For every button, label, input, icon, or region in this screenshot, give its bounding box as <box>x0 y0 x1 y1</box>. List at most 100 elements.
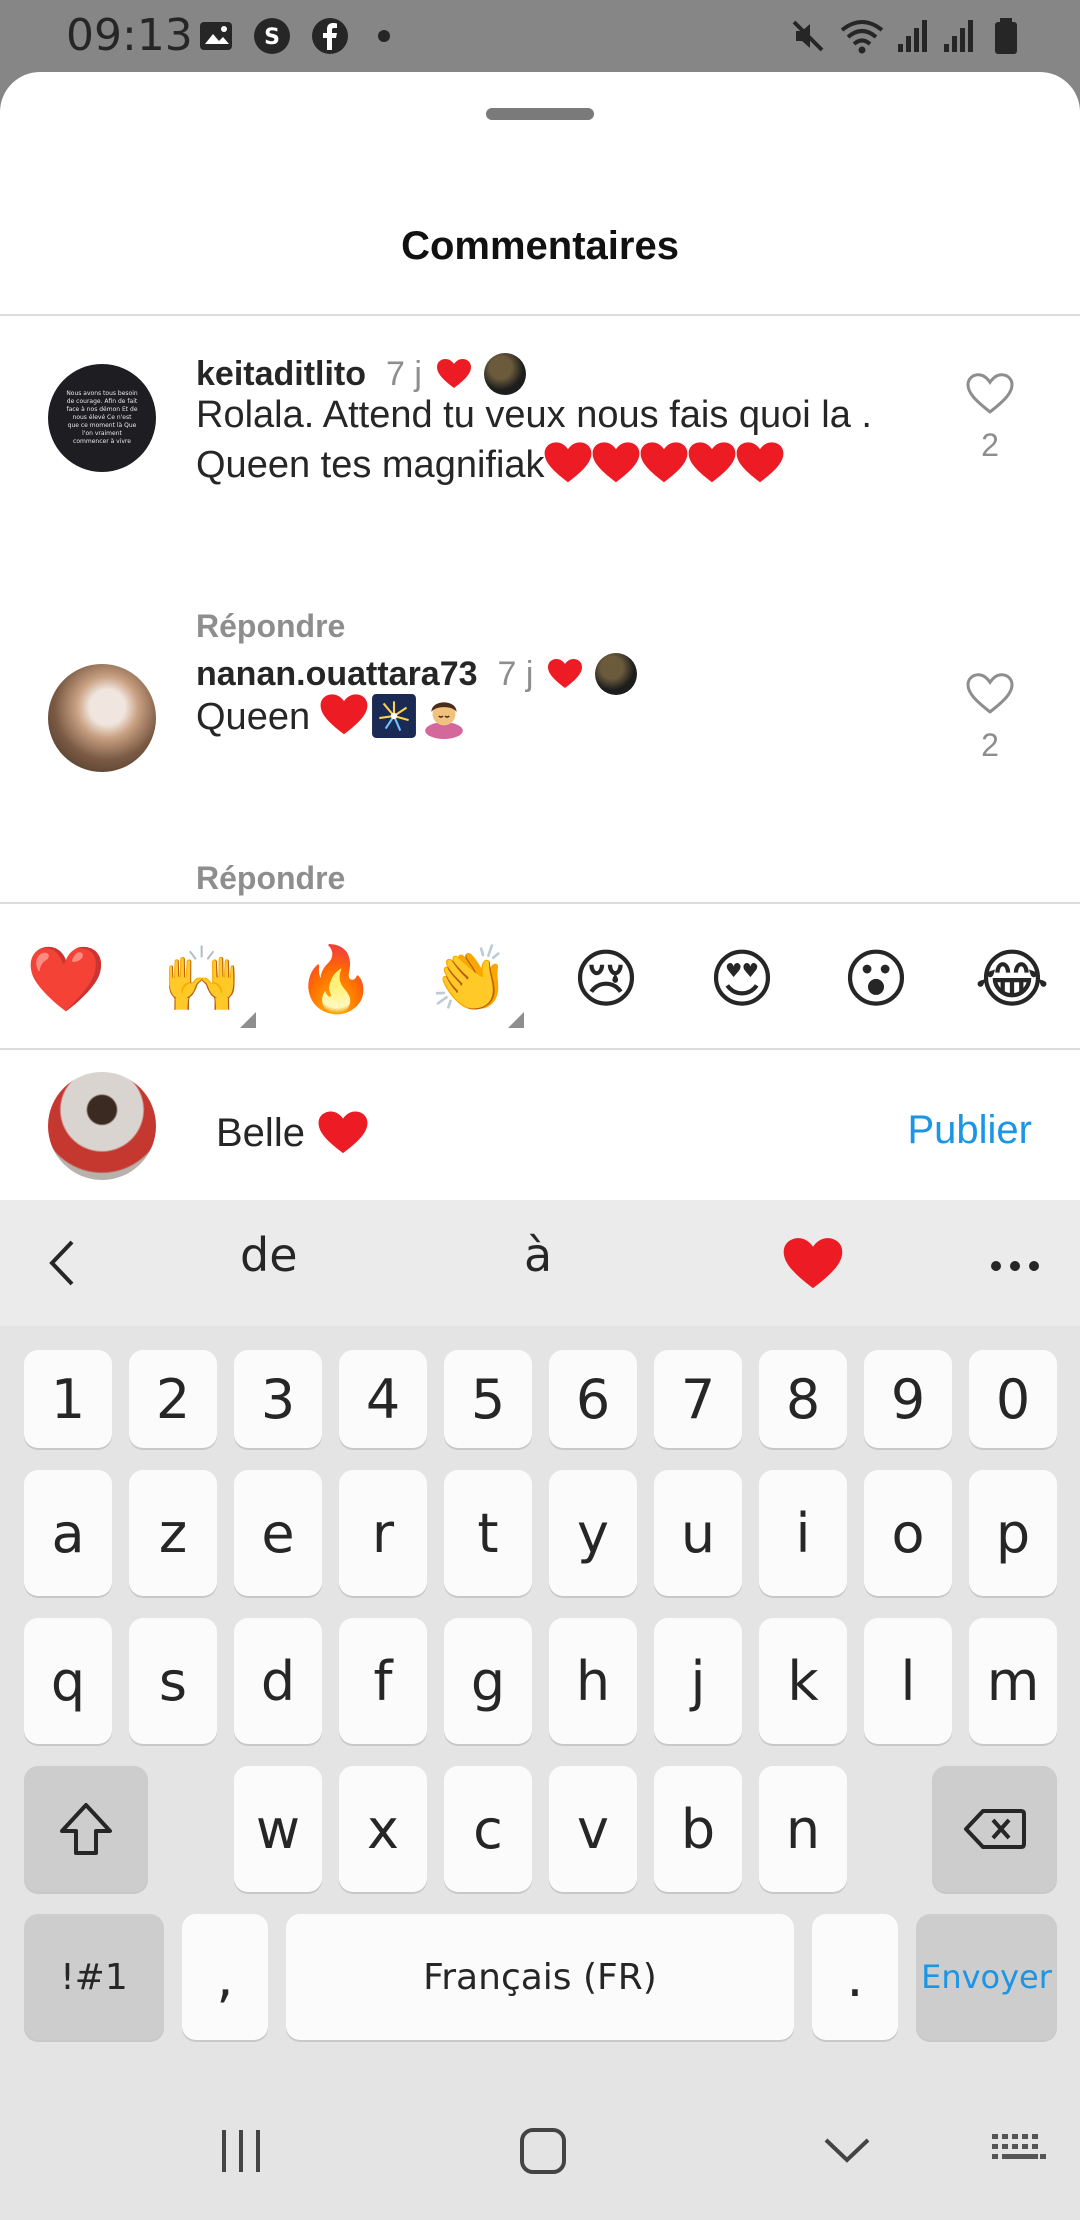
chevron-left-icon[interactable] <box>44 1238 80 1288</box>
reply-button[interactable]: Répondre <box>196 608 345 645</box>
key-a[interactable]: a <box>24 1470 112 1596</box>
suggestion[interactable]: de <box>240 1228 298 1282</box>
key-y[interactable]: y <box>549 1470 637 1596</box>
facebook-icon <box>312 18 348 54</box>
shift-key[interactable] <box>24 1766 148 1892</box>
period-key[interactable]: . <box>812 1914 898 2040</box>
key-s[interactable]: s <box>129 1618 217 1744</box>
suggestion-bar: de à <box>0 1200 1080 1326</box>
comma-key[interactable]: , <box>182 1914 268 2040</box>
drag-handle[interactable] <box>486 108 594 120</box>
divider <box>0 902 1080 904</box>
key-0[interactable]: 0 <box>969 1350 1057 1448</box>
publish-button[interactable]: Publier <box>907 1108 1032 1153</box>
avatar-caption: Nous avons tous besoin de courage. Afin … <box>66 390 138 445</box>
reply-button[interactable]: Répondre <box>196 860 345 897</box>
skin-tone-indicator <box>240 1012 256 1028</box>
emoji-button[interactable]: ❤️ <box>24 938 108 1022</box>
more-icon[interactable] <box>990 1260 1040 1272</box>
key-8[interactable]: 8 <box>759 1350 847 1448</box>
like-button[interactable]: 2 <box>962 672 1018 764</box>
comment-text: Queen <box>196 692 936 742</box>
heart-outline-icon[interactable] <box>965 372 1015 416</box>
s-app-icon: S <box>254 18 290 54</box>
key-7[interactable]: 7 <box>654 1350 742 1448</box>
status-bar: 09:13 S <box>0 0 1080 72</box>
key-n[interactable]: n <box>759 1766 847 1892</box>
comment-composer: Belle Publier <box>0 1050 1080 1200</box>
creator-avatar <box>595 653 638 695</box>
key-5[interactable]: 5 <box>444 1350 532 1448</box>
gallery-icon <box>200 22 232 50</box>
recents-icon[interactable] <box>216 2126 266 2176</box>
heart-icon <box>640 442 687 483</box>
key-i[interactable]: i <box>759 1470 847 1596</box>
key-p[interactable]: p <box>969 1470 1057 1596</box>
symbols-key[interactable]: !#1 <box>24 1914 164 2040</box>
suggestion[interactable]: à <box>524 1228 552 1282</box>
status-time: 09:13 <box>66 10 193 61</box>
comment-text: Rolala. Attend tu veux nous fais quoi la… <box>196 394 872 486</box>
key-o[interactable]: o <box>864 1470 952 1596</box>
home-icon[interactable] <box>518 2126 568 2176</box>
key-9[interactable]: 9 <box>864 1350 952 1448</box>
person-bowing-icon <box>424 702 463 739</box>
heart-outline-icon[interactable] <box>965 672 1015 716</box>
key-u[interactable]: u <box>654 1470 742 1596</box>
heart-icon <box>688 442 735 483</box>
key-b[interactable]: b <box>654 1766 742 1892</box>
heart-icon <box>436 359 471 388</box>
avatar[interactable]: Nous avons tous besoin de courage. Afin … <box>48 364 156 472</box>
heart-icon[interactable] <box>782 1236 844 1292</box>
emoji-button[interactable]: 👏 <box>428 938 512 1022</box>
heart-icon <box>318 1111 368 1154</box>
emoji-button[interactable]: 😂 <box>970 938 1054 1022</box>
key-l[interactable]: l <box>864 1618 952 1744</box>
key-f[interactable]: f <box>339 1618 427 1744</box>
key-v[interactable]: v <box>549 1766 637 1892</box>
shift-icon <box>60 1803 112 1855</box>
backspace-icon <box>963 1809 1026 1849</box>
key-q[interactable]: q <box>24 1618 112 1744</box>
key-6[interactable]: 6 <box>549 1350 637 1448</box>
back-icon[interactable] <box>822 2134 872 2166</box>
comment-username[interactable]: keitaditlito <box>196 355 366 394</box>
keyboard-icon[interactable] <box>990 2132 1046 2168</box>
emoji-button[interactable]: 😢 <box>564 938 648 1022</box>
signal-icon <box>944 20 973 52</box>
like-button[interactable]: 2 <box>962 372 1018 464</box>
key-w[interactable]: w <box>234 1766 322 1892</box>
comment-time: 7 j <box>497 654 534 693</box>
mute-icon <box>792 20 824 52</box>
avatar[interactable] <box>48 664 156 772</box>
comment-username[interactable]: nanan.ouattara73 <box>196 655 478 694</box>
comment-input[interactable]: Belle <box>216 1110 369 1156</box>
key-4[interactable]: 4 <box>339 1350 427 1448</box>
skin-tone-indicator <box>508 1012 524 1028</box>
key-c[interactable]: c <box>444 1766 532 1892</box>
key-j[interactable]: j <box>654 1618 742 1744</box>
emoji-button[interactable]: 🔥 <box>294 938 378 1022</box>
heart-emojis <box>544 441 785 485</box>
key-3[interactable]: 3 <box>234 1350 322 1448</box>
page-title: Commentaires <box>401 224 679 268</box>
emoji-button[interactable]: 😍 <box>700 938 784 1022</box>
key-x[interactable]: x <box>339 1766 427 1892</box>
navigation-bar <box>0 2100 1080 2220</box>
key-g[interactable]: g <box>444 1618 532 1744</box>
key-z[interactable]: z <box>129 1470 217 1596</box>
key-m[interactable]: m <box>969 1618 1057 1744</box>
key-h[interactable]: h <box>549 1618 637 1744</box>
emoji-button[interactable]: 😮 <box>834 938 918 1022</box>
key-t[interactable]: t <box>444 1470 532 1596</box>
key-1[interactable]: 1 <box>24 1350 112 1448</box>
key-k[interactable]: k <box>759 1618 847 1744</box>
key-r[interactable]: r <box>339 1470 427 1596</box>
key-2[interactable]: 2 <box>129 1350 217 1448</box>
space-key[interactable]: Français (FR) <box>286 1914 794 2040</box>
key-d[interactable]: d <box>234 1618 322 1744</box>
emoji-button[interactable]: 🙌 <box>160 938 244 1022</box>
key-e[interactable]: e <box>234 1470 322 1596</box>
backspace-key[interactable] <box>932 1766 1057 1892</box>
send-key[interactable]: Envoyer <box>916 1914 1057 2040</box>
